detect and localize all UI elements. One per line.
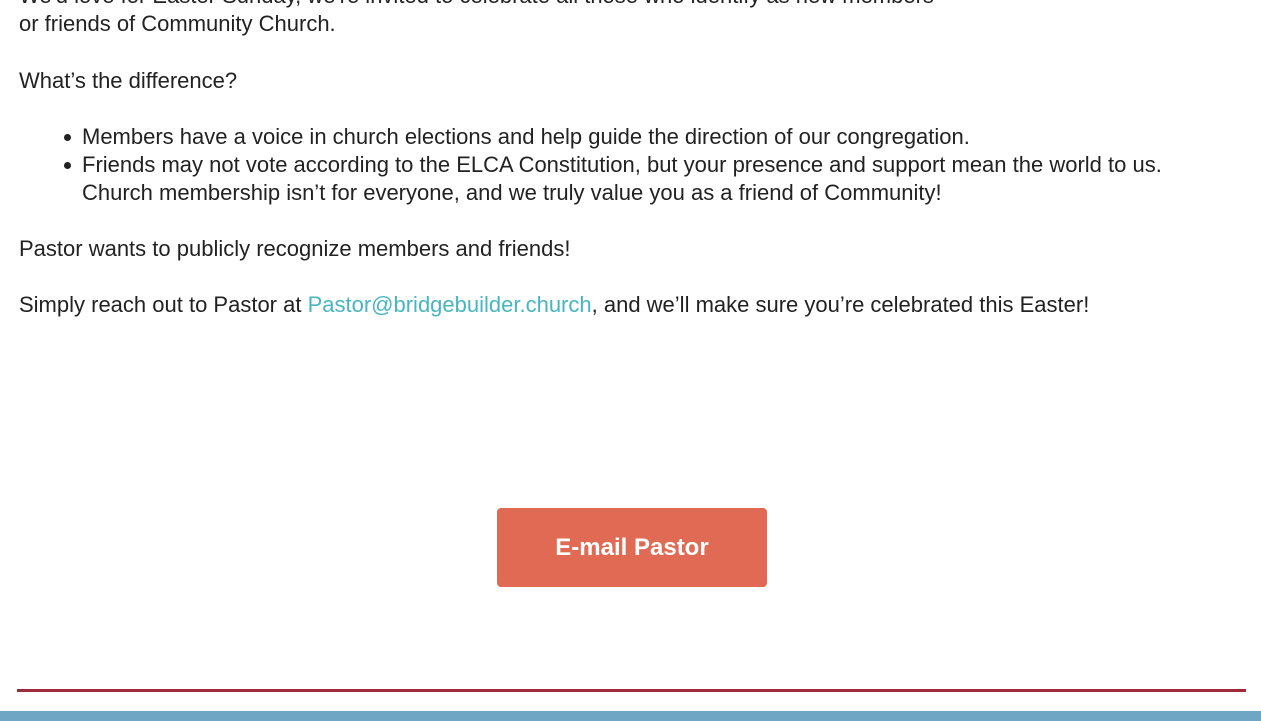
intro-line-end: or friends of Community Church. <box>19 11 336 36</box>
list-item-text: Friends may not vote according to the EL… <box>82 152 1162 205</box>
intro-line-partial: We'd love for Easter Sunday, we're invit… <box>19 0 1244 10</box>
recognize-paragraph: Pastor wants to publicly recognize membe… <box>19 236 571 261</box>
bullet-icon <box>64 162 71 169</box>
reach-out-paragraph: Simply reach out to Pastor at Pastor@bri… <box>19 291 1244 319</box>
difference-list: Members have a voice in church elections… <box>19 123 1244 207</box>
intro-paragraph: We'd love for Easter Sunday, we're invit… <box>19 0 1244 38</box>
difference-question: What’s the difference? <box>19 68 238 93</box>
footer-band <box>0 711 1261 721</box>
cta-container: E-mail Pastor <box>497 508 767 587</box>
list-item-text: Members have a voice in church elections… <box>82 124 970 149</box>
reach-prefix: Simply reach out to Pastor at <box>19 292 308 317</box>
bullet-icon <box>64 134 71 141</box>
email-pastor-button[interactable]: E-mail Pastor <box>497 508 767 587</box>
list-item-members: Members have a voice in church elections… <box>64 123 1244 151</box>
list-item-friends: Friends may not vote according to the EL… <box>64 151 1244 207</box>
email-body: We'd love for Easter Sunday, we're invit… <box>19 0 1244 319</box>
pastor-email-link[interactable]: Pastor@bridgebuilder.church <box>308 292 592 317</box>
section-divider <box>17 689 1246 692</box>
reach-suffix: , and we’ll make sure you’re celebrated … <box>591 292 1090 317</box>
